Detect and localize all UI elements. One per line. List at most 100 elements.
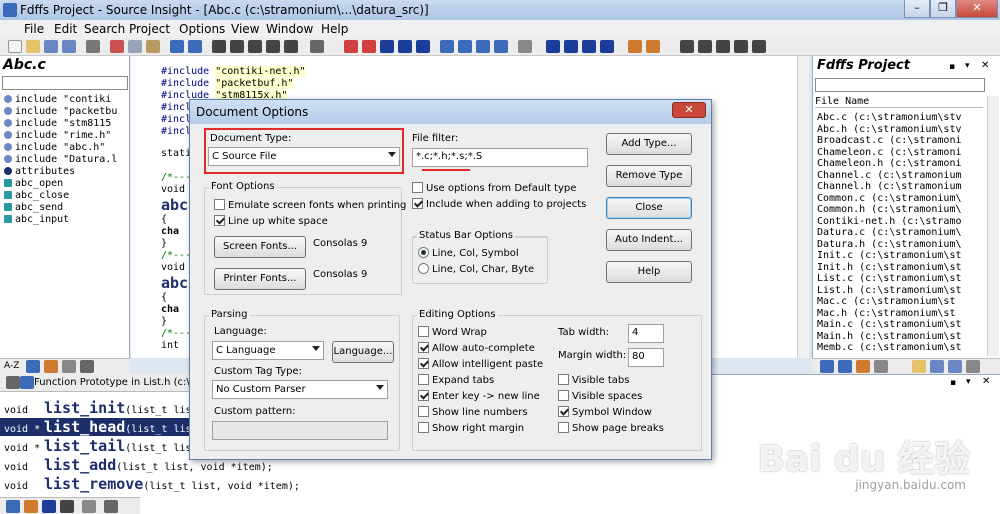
pin-icon[interactable]: ▪ — [950, 378, 956, 388]
jump-icon[interactable] — [416, 40, 430, 53]
dialog-close-button[interactable]: ✕ — [672, 102, 706, 118]
file-list-item[interactable]: Broadcast.c (c:\stramoni — [817, 135, 983, 146]
pin-icon[interactable]: ▪ — [949, 62, 955, 72]
symbol-item[interactable]: abc_open — [4, 178, 126, 190]
menu-view[interactable]: View — [231, 22, 259, 36]
dropdown-icon[interactable]: ▾ — [965, 61, 970, 71]
file-filter-box[interactable] — [815, 78, 985, 92]
back-icon[interactable] — [380, 40, 394, 53]
symbol-item[interactable]: include "packetbu — [4, 106, 126, 118]
settings-icon[interactable] — [966, 360, 980, 373]
lock-icon[interactable] — [62, 360, 76, 373]
editor-scrollbar[interactable] — [797, 56, 809, 358]
emulate-screen-fonts-checkbox[interactable]: Emulate screen fonts when printing — [214, 199, 406, 213]
layout1-icon[interactable] — [546, 40, 560, 53]
context-window-icon[interactable] — [734, 40, 748, 53]
minimize-button[interactable]: – — [904, 0, 930, 18]
file-name-column-header[interactable]: File Name — [815, 96, 983, 108]
sort-az-button[interactable]: A-Z — [4, 361, 19, 371]
auto-indent-button[interactable]: Auto Indent... — [606, 229, 692, 251]
relation-window-icon[interactable] — [716, 40, 730, 53]
screen-fonts-button[interactable]: Screen Fonts... — [214, 236, 306, 258]
status-line-col-symbol-radio[interactable]: Line, Col, Symbol — [418, 247, 519, 261]
word-wrap-checkbox[interactable]: Word Wrap — [418, 326, 487, 340]
find-next-icon[interactable] — [230, 40, 244, 53]
menu-window[interactable]: Window — [266, 22, 313, 36]
enter-key-new-line-checkbox[interactable]: Enter key -> new line — [418, 390, 540, 404]
file-list-item[interactable]: Mac.h (c:\stramonium\st — [817, 308, 983, 319]
symbol-item[interactable]: abc_input — [4, 214, 126, 226]
restore-button[interactable]: ❐ — [930, 0, 956, 18]
menu-search[interactable]: Search — [84, 22, 125, 36]
file-list-item[interactable]: Mac.c (c:\stramonium\st — [817, 296, 983, 307]
custom-tag-type-select[interactable]: No Custom Parser — [212, 380, 388, 399]
find-icon[interactable] — [212, 40, 226, 53]
prototype-row[interactable]: void list_remove(list_t list, void *item)… — [0, 475, 300, 493]
file-list-item[interactable]: Abc.h (c:\stramonium\stv — [817, 124, 983, 135]
layout3-icon[interactable] — [582, 40, 596, 53]
language-select[interactable]: C Language — [212, 341, 324, 360]
symbol-item[interactable]: include "abc.h" — [4, 142, 126, 154]
menu-options[interactable]: Options — [179, 22, 225, 36]
browse-icon[interactable] — [458, 40, 472, 53]
auto-complete-checkbox[interactable]: Allow auto-complete — [418, 342, 535, 356]
menu-help[interactable]: Help — [321, 22, 348, 36]
tab-width-input[interactable]: 4 — [628, 324, 664, 343]
find-prev-icon[interactable] — [248, 40, 262, 53]
visible-spaces-checkbox[interactable]: Visible spaces — [558, 390, 642, 404]
show-right-margin-checkbox[interactable]: Show right margin — [418, 422, 524, 436]
symbol-item[interactable]: abc_close — [4, 190, 126, 202]
expand-tabs-checkbox[interactable]: Expand tabs — [418, 374, 494, 388]
redo-icon[interactable] — [188, 40, 202, 53]
copy-icon[interactable] — [128, 40, 142, 53]
symbol-item[interactable]: attributes — [4, 166, 126, 178]
file-list-item[interactable]: Init.c (c:\stramonium\st — [817, 250, 983, 261]
symbol-item[interactable]: include "stm8115 — [4, 118, 126, 130]
custom-pattern-input[interactable] — [212, 421, 388, 440]
calls-icon[interactable] — [494, 40, 508, 53]
options-icon[interactable] — [80, 360, 94, 373]
symbol-icon[interactable] — [440, 40, 454, 53]
categories-icon[interactable] — [44, 360, 58, 373]
line-up-whitespace-checkbox[interactable]: Line up white space — [214, 215, 328, 229]
menu-file[interactable]: File — [24, 22, 44, 36]
file-list-item[interactable]: Channel.h (c:\stramonium — [817, 181, 983, 192]
menu-edit[interactable]: Edit — [54, 22, 77, 36]
file-list-item[interactable]: Datura.h (c:\stramonium\ — [817, 239, 983, 250]
replace-icon[interactable] — [284, 40, 298, 53]
file-list-item[interactable]: Abc.c (c:\stramonium\stv — [817, 112, 983, 123]
close-window-button[interactable]: ✕ — [956, 0, 998, 18]
symbol-item[interactable]: include "contiki — [4, 94, 126, 106]
file-list-item[interactable]: Memb.c (c:\stramonium\st — [817, 342, 983, 353]
ab-icon[interactable] — [60, 500, 74, 513]
add-type-button[interactable]: Add Type... — [606, 133, 692, 155]
layout4-icon[interactable] — [600, 40, 614, 53]
options-icon[interactable] — [104, 500, 118, 513]
show-line-numbers-checkbox[interactable]: Show line numbers — [418, 406, 528, 420]
symbol-item[interactable]: include "Datura.l — [4, 154, 126, 166]
file-list-icon[interactable] — [820, 360, 834, 373]
open-folder-icon[interactable] — [26, 40, 40, 53]
file-list-item[interactable]: Main.h (c:\stramonium\st — [817, 331, 983, 342]
references-icon[interactable] — [42, 500, 56, 513]
close-button[interactable]: Close — [606, 197, 692, 219]
add-file-icon[interactable] — [930, 360, 944, 373]
find-files-icon[interactable] — [266, 40, 280, 53]
file-list-item[interactable]: Common.h (c:\stramonium\ — [817, 204, 983, 215]
folder-icon[interactable] — [912, 360, 926, 373]
symbol-item[interactable]: abc_send — [4, 202, 126, 214]
status-line-col-char-radio[interactable]: Line, Col, Char, Byte — [418, 263, 534, 277]
language-button[interactable]: Language... — [332, 341, 394, 363]
forward-icon[interactable] — [398, 40, 412, 53]
symbol-list-icon[interactable] — [838, 360, 852, 373]
intelligent-paste-checkbox[interactable]: Allow intelligent paste — [418, 358, 543, 372]
file-list-item[interactable]: Main.c (c:\stramonium\st — [817, 319, 983, 330]
tool1-icon[interactable] — [628, 40, 642, 53]
cut-icon[interactable] — [110, 40, 124, 53]
include-projects-checkbox[interactable]: Include when adding to projects — [412, 198, 586, 212]
jump-to-icon[interactable] — [6, 500, 20, 513]
save-all-icon[interactable] — [62, 40, 76, 53]
bookmark-icon[interactable] — [344, 40, 358, 53]
category-icon[interactable] — [856, 360, 870, 373]
class-icon[interactable] — [874, 360, 888, 373]
